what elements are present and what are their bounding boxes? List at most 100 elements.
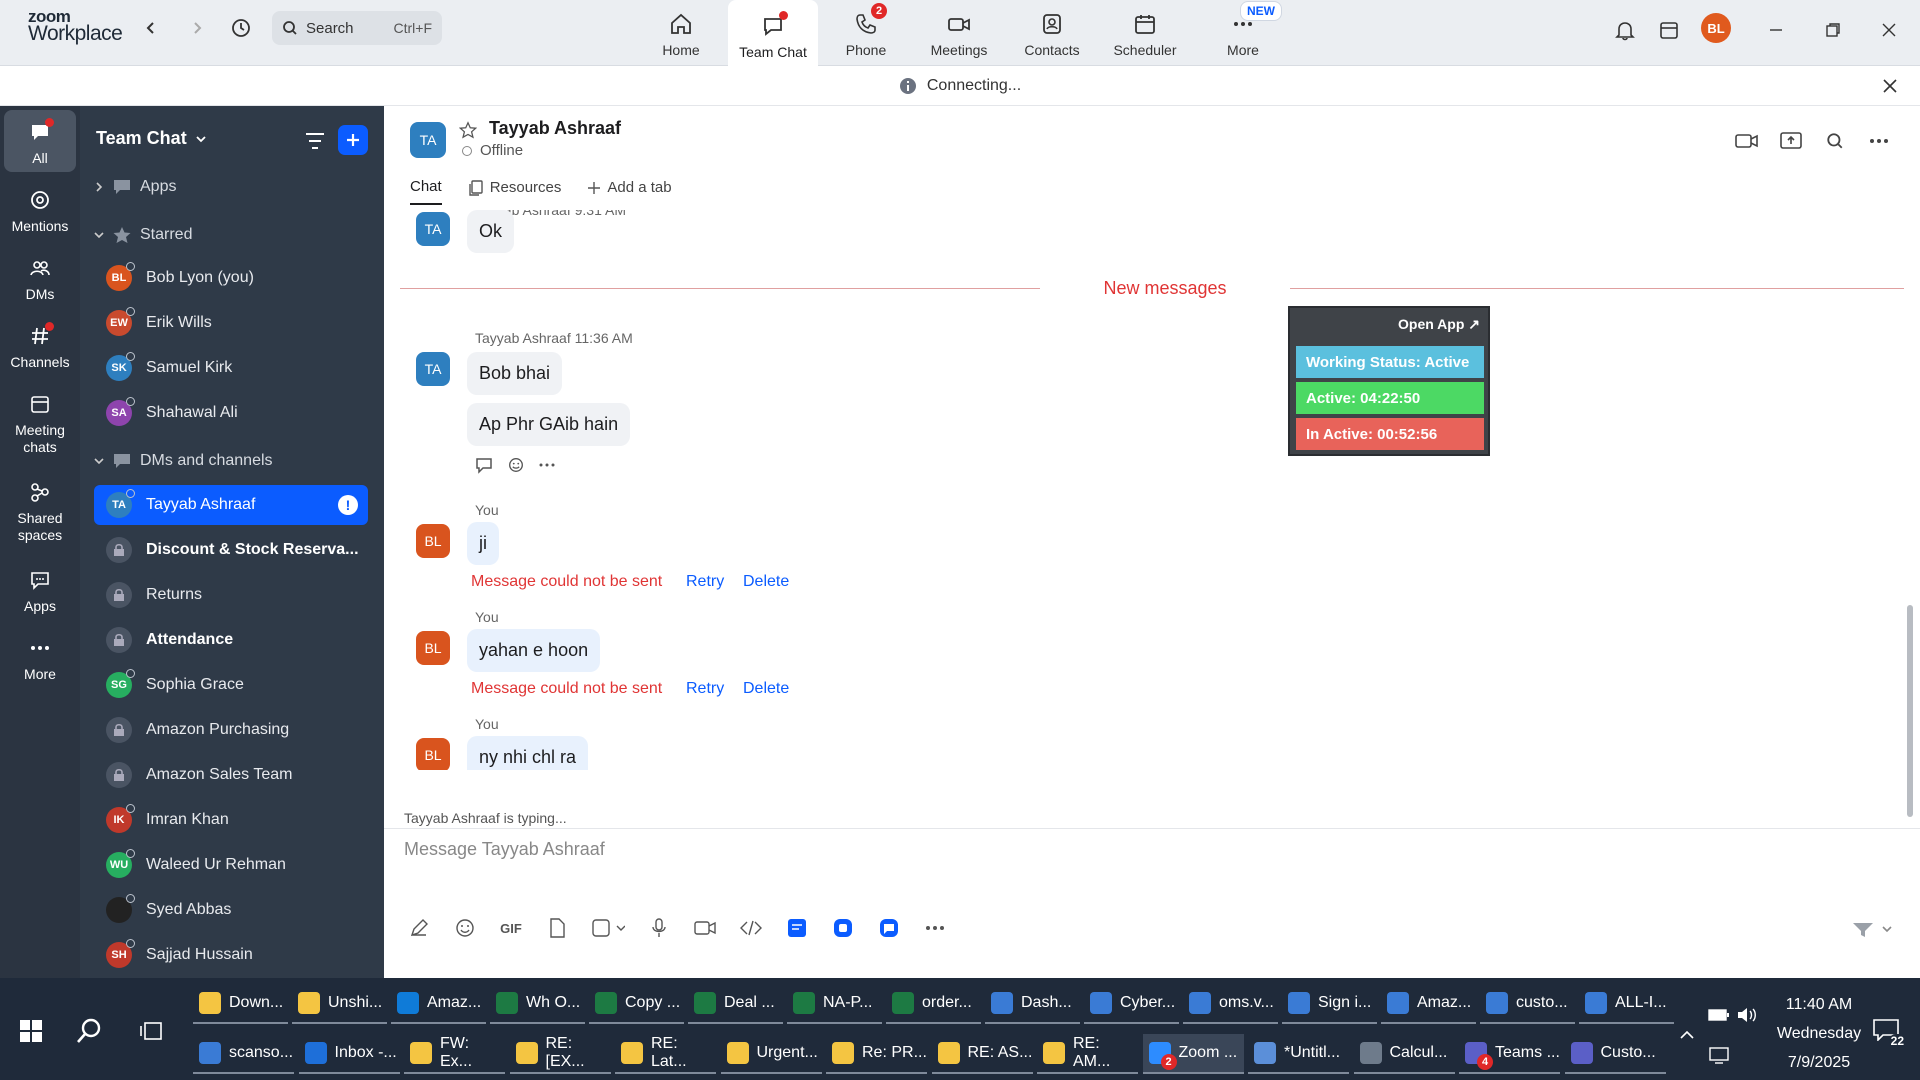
rail-apps[interactable]: Apps [4, 566, 76, 615]
close-banner-icon[interactable] [1878, 74, 1902, 98]
taskbar-app-row2-1[interactable]: scanso... [193, 1034, 294, 1074]
taskbar-app-14[interactable]: custo... [1480, 984, 1575, 1024]
app-icon-1[interactable] [782, 913, 812, 943]
section-starred[interactable]: Starred [94, 226, 192, 244]
rail-mentions[interactable]: Mentions [4, 186, 76, 235]
calendar-tray-icon[interactable] [1653, 14, 1685, 46]
message-bubble[interactable]: ji [467, 522, 499, 565]
sidebar-item-syed-abbas[interactable]: Syed Abbas [94, 890, 368, 930]
message-bubble[interactable]: Ok [467, 210, 515, 253]
battery-icon[interactable] [1704, 1000, 1734, 1030]
retry-link[interactable]: Retry [686, 680, 724, 698]
taskbar-app-15[interactable]: ALL-I... [1579, 984, 1674, 1024]
show-hidden-icons-chevron[interactable] [1672, 1020, 1702, 1050]
share-screen-icon[interactable] [1778, 128, 1804, 154]
video-call-icon[interactable] [1734, 128, 1760, 154]
starred-item-erik-wills[interactable]: EW Erik Wills [94, 303, 368, 343]
tab-add[interactable]: Add a tab [587, 178, 672, 205]
more-options-icon[interactable] [1866, 128, 1892, 154]
send-button[interactable] [1848, 915, 1898, 943]
system-clock[interactable]: 11:40 AM Wednesday 7/9/2025 [1764, 990, 1874, 1077]
taskbar-app-row2-2[interactable]: Inbox -... [298, 1034, 400, 1074]
taskbar-app-7[interactable]: NA-P... [787, 984, 882, 1024]
close-window-icon[interactable] [1873, 14, 1905, 46]
taskbar-search-icon[interactable] [74, 1016, 104, 1046]
section-dms-channels[interactable]: DMs and channels [94, 452, 273, 470]
nav-phone[interactable]: 2 Phone [821, 0, 911, 66]
task-view-icon[interactable] [136, 1016, 166, 1046]
taskbar-app-row2-7[interactable]: Re: PR... [826, 1034, 927, 1074]
message-bubble[interactable]: Bob bhai [467, 352, 563, 395]
reply-icon[interactable] [474, 456, 494, 474]
notification-center-icon[interactable]: 22 [1866, 1012, 1906, 1048]
taskbar-app-1[interactable]: Down... [193, 984, 288, 1024]
new-chat-button[interactable] [338, 125, 368, 155]
taskbar-app-2[interactable]: Unshi... [292, 984, 387, 1024]
sidebar-title[interactable]: Team Chat [96, 128, 207, 149]
taskbar-app-4[interactable]: Wh O... [490, 984, 585, 1024]
app-icon-2[interactable] [828, 913, 858, 943]
rail-all[interactable]: All [4, 110, 76, 172]
taskbar-app-12[interactable]: Sign i... [1282, 984, 1377, 1024]
nav-meetings[interactable]: Meetings [914, 0, 1004, 66]
rail-shared-spaces[interactable]: Shared spaces [4, 478, 76, 544]
rail-channels[interactable]: Channels [4, 322, 76, 371]
sidebar-item-discount-stock[interactable]: Discount & Stock Reserva... [94, 530, 368, 570]
message-input[interactable]: Message Tayyab Ashraaf [404, 839, 605, 860]
nav-home[interactable]: Home [636, 0, 726, 66]
search-input[interactable]: Search Ctrl+F [272, 11, 442, 45]
gif-button[interactable]: GIF [496, 913, 526, 943]
bell-icon[interactable] [1609, 14, 1641, 46]
rail-more[interactable]: More [4, 634, 76, 683]
sidebar-item-tayyab-ashraaf[interactable]: TA Tayyab Ashraaf! [94, 485, 368, 525]
taskbar-app-row2-11[interactable]: *Untitl... [1248, 1034, 1349, 1074]
message-bubble[interactable]: yahan e hoon [467, 629, 601, 672]
message-bubble[interactable]: ny nhi chl ra [467, 736, 589, 770]
taskbar-app-9[interactable]: Dash... [985, 984, 1080, 1024]
forward-arrow-icon[interactable] [183, 14, 211, 42]
emoji-reaction-icon[interactable] [506, 456, 526, 474]
scrollbar-thumb[interactable] [1907, 605, 1913, 817]
filter-icon[interactable] [302, 128, 328, 154]
taskbar-app-row2-4[interactable]: RE: [EX... [509, 1034, 611, 1074]
sidebar-item-waleed-ur-rehman[interactable]: WU Waleed Ur Rehman [94, 845, 368, 885]
rail-dms[interactable]: DMs [4, 254, 76, 303]
code-icon[interactable] [736, 913, 766, 943]
sidebar-item-sajjad-hussain[interactable]: SH Sajjad Hussain [94, 935, 368, 975]
starred-item-samuel-kirk[interactable]: SK Samuel Kirk [94, 348, 368, 388]
starred-item-bob-lyon[interactable]: BL Bob Lyon (you) [94, 258, 368, 298]
network-icon[interactable] [1704, 1040, 1734, 1070]
nav-contacts[interactable]: Contacts [1007, 0, 1097, 66]
screenshot-icon[interactable] [588, 913, 628, 943]
rail-meeting-chats[interactable]: Meeting chats [4, 390, 76, 456]
taskbar-app-row2-8[interactable]: RE: AS... [931, 1034, 1033, 1074]
starred-item-shahawal-ali[interactable]: SA Shahawal Ali [94, 393, 368, 433]
nav-scheduler[interactable]: Scheduler [1100, 0, 1190, 66]
tab-resources[interactable]: Resources [468, 178, 561, 205]
taskbar-app-11[interactable]: oms.v... [1183, 984, 1278, 1024]
message-scrollbar[interactable] [1905, 210, 1915, 817]
taskbar-app-row2-12[interactable]: Calcul... [1353, 1034, 1455, 1074]
taskbar-app-row2-10[interactable]: 2 Zoom ... [1142, 1034, 1244, 1074]
star-icon[interactable] [458, 120, 478, 140]
microphone-icon[interactable] [644, 913, 674, 943]
taskbar-app-3[interactable]: Amaz... [391, 984, 486, 1024]
app-icon-3[interactable] [874, 913, 904, 943]
windows-start-icon[interactable] [16, 1016, 46, 1046]
video-message-icon[interactable] [690, 913, 720, 943]
tab-chat[interactable]: Chat [410, 178, 442, 205]
history-clock-icon[interactable] [227, 14, 255, 42]
taskbar-app-5[interactable]: Copy ... [589, 984, 684, 1024]
volume-icon[interactable] [1732, 1000, 1762, 1030]
more-tools-icon[interactable] [920, 913, 950, 943]
taskbar-app-row2-14[interactable]: Custo... [1564, 1034, 1666, 1074]
taskbar-app-row2-6[interactable]: Urgent... [720, 1034, 822, 1074]
delete-link[interactable]: Delete [743, 680, 789, 698]
emoji-icon[interactable] [450, 913, 480, 943]
sidebar-item-attendance[interactable]: Attendance [94, 620, 368, 660]
section-apps[interactable]: Apps [94, 178, 176, 196]
sidebar-item-imran-khan[interactable]: IK Imran Khan [94, 800, 368, 840]
taskbar-app-6[interactable]: Deal ... [688, 984, 783, 1024]
sidebar-item-amazon-purchasing[interactable]: Amazon Purchasing [94, 710, 368, 750]
message-bubble[interactable]: Ap Phr GAib hain [467, 403, 631, 446]
